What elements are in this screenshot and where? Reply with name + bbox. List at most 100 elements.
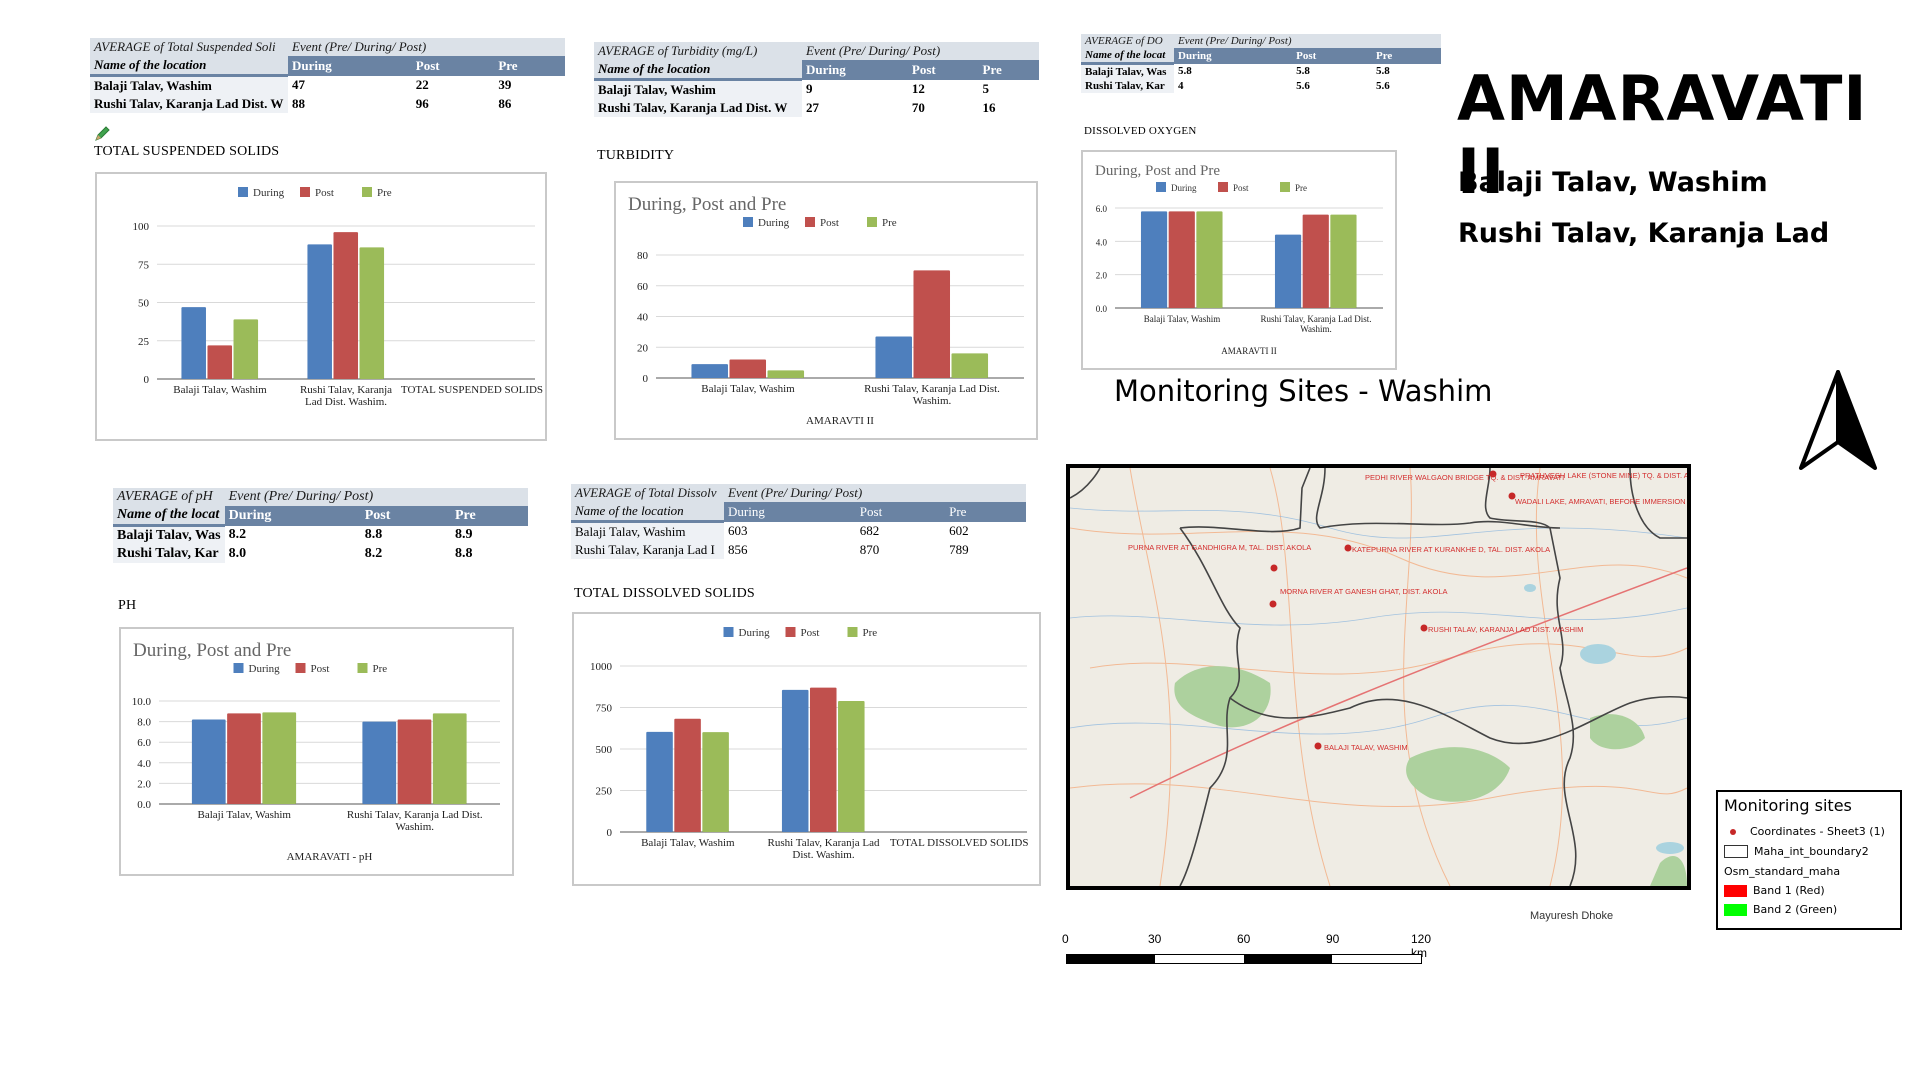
col-header: Pre [978, 60, 1039, 80]
bar-during [1274, 234, 1302, 308]
col-header: Post [411, 56, 495, 76]
bar-during [362, 721, 397, 804]
legend-label: Post [315, 187, 334, 199]
map-legend: Monitoring sites Coordinates - Sheet3 (1… [1716, 790, 1902, 930]
x-category-label: Lad Dist. Washim. [305, 396, 387, 408]
map-label: BALAJI TALAV, WASHIM [1324, 743, 1408, 752]
x-category-label: Balaji Talav, Washim [1144, 314, 1220, 324]
x-category-label: Washim. [1300, 324, 1332, 334]
bar-post [207, 345, 233, 379]
col-header: During [224, 506, 361, 526]
boundary-box-icon [1724, 845, 1748, 858]
site-name: Rushi Talav, Karanja Lad [1458, 218, 1830, 249]
do-chart-svg: During, Post and Pre During Post Pre 0.0 2.0 4… [1095, 163, 1383, 356]
table-row: Rushi Talav, Kar 8.0 8.2 8.8 [113, 545, 528, 563]
map-label: MORNA RIVER AT GANESH GHAT, DIST. AKOLA [1280, 587, 1448, 596]
bar-pre [359, 247, 385, 379]
x-axis-title: AMARAVTI II [1221, 346, 1277, 356]
legend-label: Pre [1295, 183, 1307, 193]
legend-swatch-post [300, 187, 310, 197]
table-row: Balaji Talav, Was 8.2 8.8 8.9 [113, 525, 528, 545]
legend-item: Maha_int_boundary2 [1724, 845, 1869, 858]
chart-title: During, Post and Pre [1095, 163, 1220, 179]
legend-item: Osm_standard_maha [1724, 865, 1841, 878]
site-marker[interactable] [1270, 564, 1278, 572]
map-label: WADALI LAKE, AMRAVATI, BEFORE IMMERSION [1515, 497, 1686, 506]
edit-pencil-icon[interactable] [92, 124, 112, 144]
bar-pre [432, 713, 467, 804]
y-tick-label: 40 [637, 312, 649, 324]
bar-during [307, 244, 332, 379]
scale-label: 60 [1237, 932, 1251, 946]
table-caption: AVERAGE of Total Suspended Soli [90, 38, 288, 56]
col-header: During [288, 56, 412, 76]
x-category-label: Rushi Talav, Karanja Lad Dist. [864, 383, 1000, 395]
y-tick-label: 50 [138, 298, 150, 310]
bar-during [781, 689, 809, 832]
legend-swatch-pre [357, 663, 368, 673]
x-category-label: Dist. Washim. [792, 849, 854, 861]
y-tick-label: 80 [637, 250, 649, 262]
legend-label: Post [801, 627, 820, 639]
event-label: Event (Pre/ During/ Post) [224, 488, 528, 506]
y-tick-label: 100 [133, 221, 150, 233]
legend-swatch-during [723, 627, 734, 637]
site-marker[interactable] [1344, 544, 1352, 552]
turbidity-section-label: TURBIDITY [597, 148, 675, 163]
bar-post [674, 718, 701, 832]
x-axis-title: AMARAVTI II [806, 415, 874, 427]
site-marker[interactable] [1420, 624, 1428, 632]
marker-dot-icon [1730, 828, 1736, 835]
ph-chart-svg: During, Post and Pre During Post Pre 0.0 2.0 4… [132, 640, 500, 863]
y-tick-label: 25 [138, 336, 150, 348]
bar-pre [767, 370, 805, 378]
map-title: Monitoring Sites - Washim [1114, 374, 1493, 408]
scale-label: 0 [1062, 932, 1069, 946]
tss-pivot-table: AVERAGE of Total Suspended Soli Event (Pr… [90, 38, 565, 113]
site-marker[interactable] [1314, 742, 1322, 750]
col-header: During [802, 60, 908, 80]
legend-label: Post [1233, 183, 1249, 193]
table-row: Rushi Talav, Kar 4 5.6 5.6 [1081, 79, 1441, 93]
legend-swatch-pre [867, 217, 877, 227]
ph-section-label: PH [118, 598, 137, 613]
bar-during [191, 719, 226, 804]
legend-label: Pre [882, 217, 897, 229]
do-pivot-table: AVERAGE of DO Event (Pre/ During/ Post) N… [1081, 34, 1441, 93]
site-marker[interactable] [1269, 600, 1277, 608]
y-tick-label: 4.0 [137, 758, 151, 770]
legend-title: Monitoring sites [1724, 796, 1852, 815]
legend-label: Post [820, 217, 839, 229]
table-row: Rushi Talav, Karanja Lad Dist. W 27 70 16 [594, 99, 1039, 117]
legend-swatch-post [295, 663, 306, 673]
tds-chart: During Post Pre 0 250 500 750 1000 Balaji Talav,… [572, 612, 1041, 886]
map-label: PURNA RIVER AT GANDHIGRA M, TAL. DIST. A… [1128, 543, 1311, 552]
bar-pre [1196, 211, 1223, 308]
name-header: Name of the location [571, 502, 724, 523]
tss-section-label: TOTAL SUSPENDED SOLIDS [94, 144, 280, 159]
table-row: Balaji Talav, Washim 47 22 39 [90, 75, 565, 95]
tds-chart-svg: During Post Pre 0 250 500 750 1000 Balaji Talav,… [590, 627, 1029, 861]
legend-swatch-pre [362, 187, 372, 197]
col-header: During [1174, 48, 1293, 64]
x-category-label: Rushi Talav, Karanja Lad Dist. [1260, 314, 1371, 324]
y-tick-label: 0.0 [137, 799, 151, 811]
table-row: Rushi Talav, Karanja Lad I 856 870 789 [571, 541, 1026, 559]
col-header: Pre [450, 506, 528, 526]
map-canvas[interactable]: PEDHI RIVER WALGAON BRIDGE TQ. & DIST. A… [1066, 464, 1691, 890]
table-caption: AVERAGE of pH [113, 488, 225, 506]
y-tick-label: 6.0 [137, 737, 151, 749]
col-header: Pre [494, 56, 565, 76]
x-category-label: Washim. [913, 395, 952, 407]
event-label: Event (Pre/ During/ Post) [1174, 34, 1441, 48]
col-header: Post [1292, 48, 1373, 64]
name-header: Name of the location [594, 60, 802, 81]
map-author: Mayuresh Dhoke [1530, 910, 1614, 922]
x-category-label: Balaji Talav, Washim [198, 809, 292, 821]
ph-chart: During, Post and Pre During Post Pre 0.0 2.0 4… [119, 627, 514, 876]
do-chart: During, Post and Pre During Post Pre 0.0 2.0 4… [1081, 150, 1397, 370]
bar-during [1140, 211, 1168, 308]
name-header: Name of the locat [1081, 48, 1174, 65]
legend-swatch-during [743, 217, 753, 227]
event-label: Event (Pre/ During/ Post) [802, 42, 1039, 60]
